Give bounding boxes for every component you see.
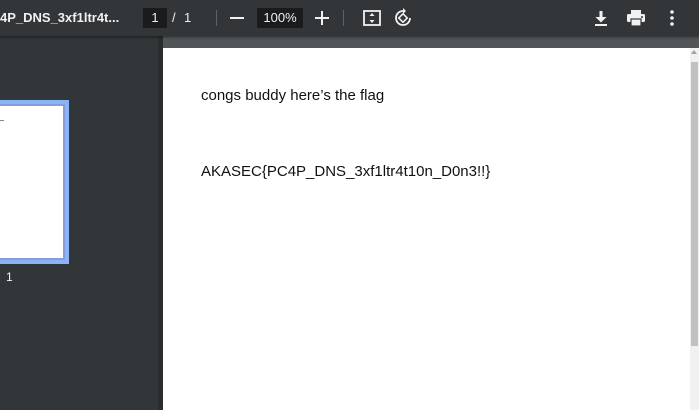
zoom-level-input[interactable]: 100%: [257, 8, 303, 28]
thumbnail-sidebar: 1: [0, 36, 158, 410]
pdf-toolbar: 4P_DNS_3xf1ltr4t... 1 / 1 100%: [0, 0, 699, 36]
page-thumbnail[interactable]: [0, 100, 69, 264]
divider: [343, 10, 344, 26]
divider: [216, 10, 217, 26]
rotate-icon: [393, 8, 413, 28]
download-button[interactable]: [589, 6, 613, 30]
thumbnail-text-mark: [0, 120, 4, 121]
rotate-button[interactable]: [391, 6, 415, 30]
zoom-in-button[interactable]: [310, 6, 334, 30]
print-button[interactable]: [624, 6, 648, 30]
document-title: 4P_DNS_3xf1ltr4t...: [0, 10, 120, 25]
scrollbar-thumb[interactable]: [691, 62, 698, 346]
page-separator: /: [172, 10, 176, 25]
zoom-out-button[interactable]: [225, 6, 249, 30]
page-total: 1: [184, 10, 192, 25]
plus-icon: [315, 11, 329, 25]
more-actions-button[interactable]: [660, 6, 684, 30]
fit-page-icon: [362, 8, 382, 28]
thumbnail-label: 1: [6, 270, 13, 284]
print-icon: [626, 8, 646, 28]
more-vert-icon: [669, 9, 675, 27]
scroll-up-arrow[interactable]: [691, 50, 697, 54]
thumbnail-page: [0, 106, 63, 258]
vertical-scrollbar[interactable]: [690, 48, 699, 410]
flag-text: AKASEC{PC4P_DNS_3xf1ltr4t10n_D0n3!!}: [201, 163, 491, 180]
fit-page-button[interactable]: [360, 6, 384, 30]
download-icon: [592, 9, 610, 27]
pdf-page: congs buddy here’s the flag AKASEC{PC4P_…: [163, 48, 690, 410]
page-number-input[interactable]: 1: [143, 8, 167, 28]
minus-icon: [230, 11, 244, 25]
document-text-line: congs buddy here’s the flag: [201, 87, 385, 104]
